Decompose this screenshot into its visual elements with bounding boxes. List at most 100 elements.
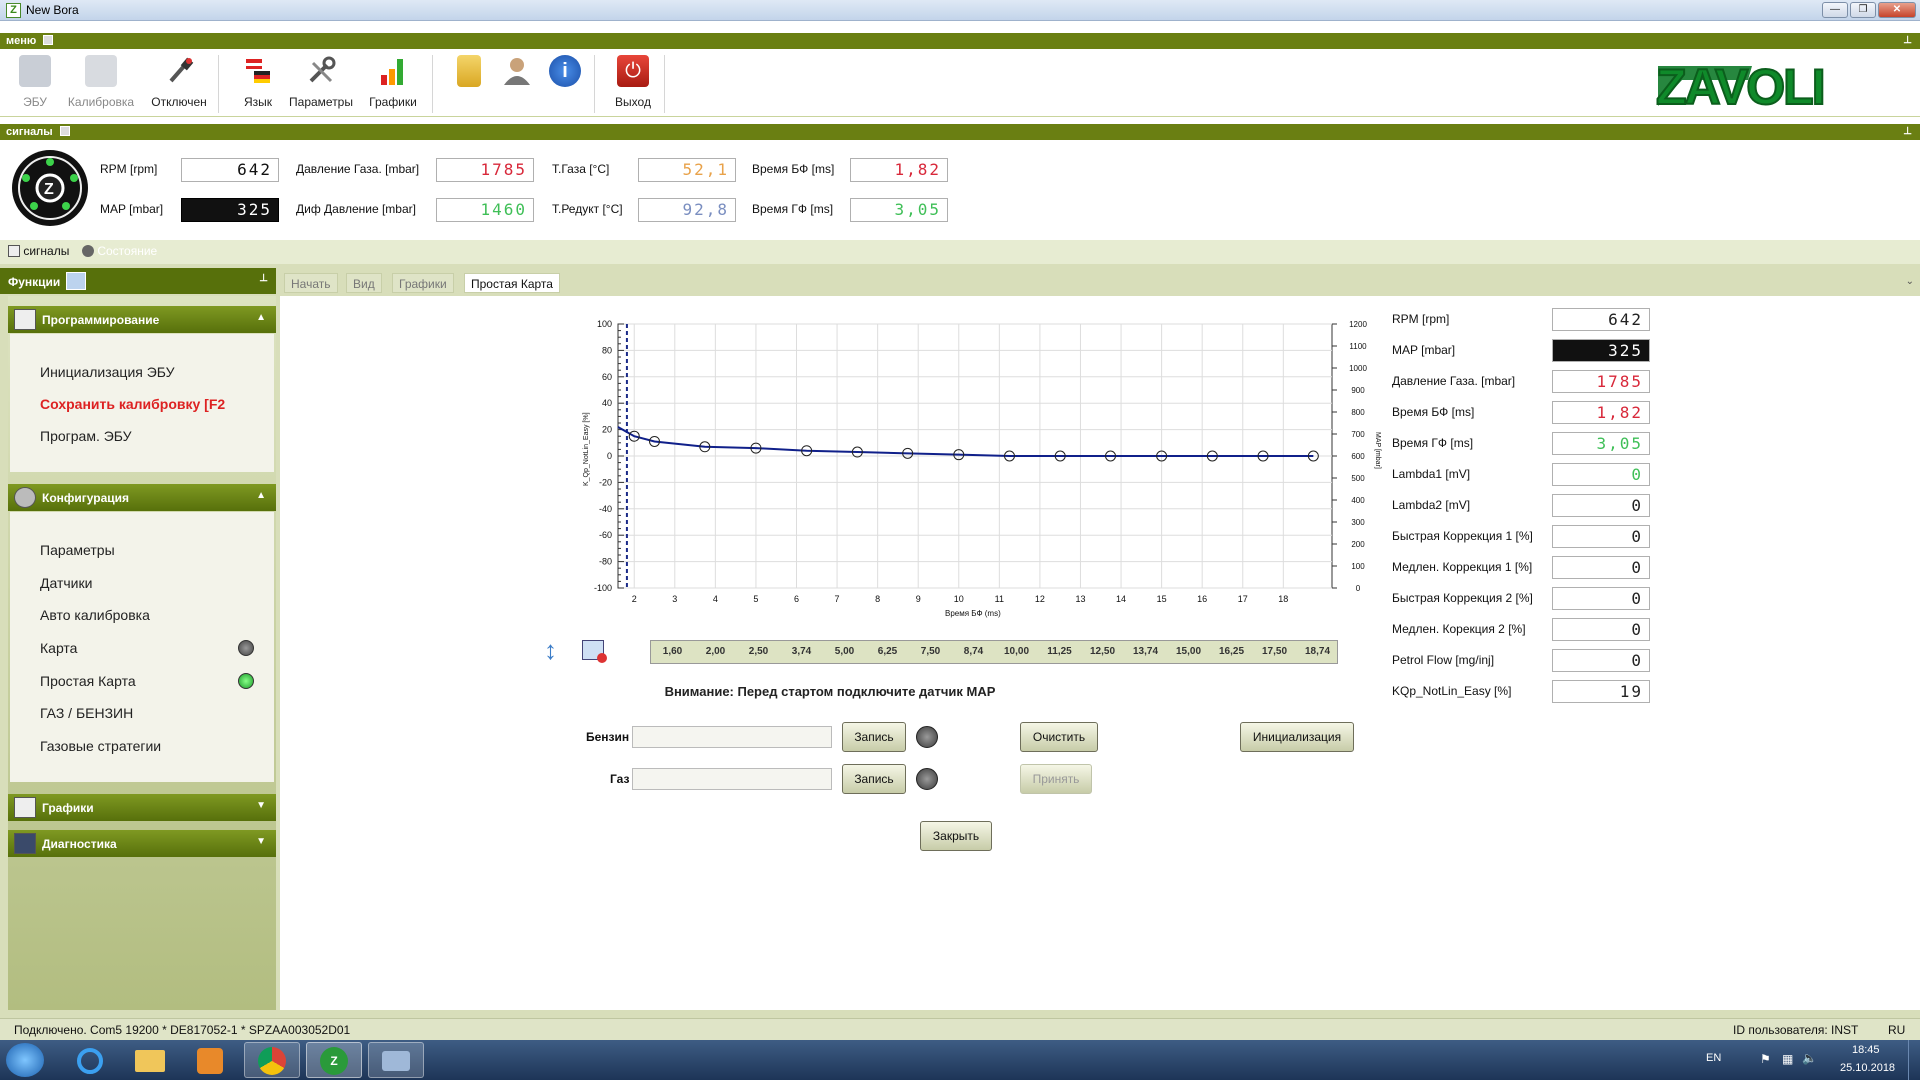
map-point-cell[interactable]: 2,00 [694, 641, 737, 663]
close-window-button[interactable]: ✕ [1878, 2, 1916, 18]
calibration-icon [85, 55, 117, 87]
x-tick-label: 7 [835, 594, 840, 604]
map-point-cell[interactable]: 17,50 [1253, 641, 1296, 663]
maximize-button[interactable]: ❐ [1850, 2, 1876, 18]
tab-signals-label: сигналы [23, 244, 70, 258]
signals-header-label: сигналы [6, 126, 53, 138]
map-point-cell[interactable]: 18,74 [1296, 641, 1339, 663]
map-point-cell[interactable]: 7,50 [909, 641, 952, 663]
map-point-cell[interactable]: 6,25 [866, 641, 909, 663]
tab-state[interactable]: Состояние [82, 244, 157, 258]
map-point-cell[interactable]: 1,60 [651, 641, 694, 663]
map-point-cell[interactable]: 2,50 [737, 641, 780, 663]
menu-item-save-calibration[interactable]: Сохранить калибровку [F2 [40, 396, 225, 412]
info-button[interactable]: i [530, 55, 600, 113]
network-app-icon[interactable] [368, 1042, 424, 1078]
volume-icon[interactable]: 🔈 [1802, 1051, 1817, 1065]
menu-item-simple-map[interactable]: Простая Карта [40, 673, 136, 689]
flag-icon[interactable]: ⚑ [1760, 1052, 1771, 1066]
close-button[interactable]: Закрыть [920, 821, 992, 851]
value-label: Давление Газа. [mbar] [1392, 374, 1516, 388]
menu-item-program-ecu[interactable]: Програм. ЭБУ [40, 428, 132, 444]
petrol-write-button[interactable]: Запись [842, 722, 906, 752]
pin-icon[interactable]: ⊥ [259, 273, 268, 284]
config-header[interactable]: Конфигурация ▲ [8, 484, 276, 511]
map-point-cell[interactable]: 15,00 [1167, 641, 1210, 663]
explorer-icon[interactable] [122, 1042, 178, 1078]
language-button[interactable]: Язык [223, 55, 293, 113]
value-display: 325 [1552, 339, 1650, 362]
value-display: 0 [1552, 618, 1650, 641]
input-language[interactable]: EN [1706, 1052, 1721, 1064]
map-point-cell[interactable]: 5,00 [823, 641, 866, 663]
graphs-button[interactable]: Графики [358, 55, 428, 113]
y2-tick-label: 400 [1351, 496, 1365, 505]
menu-item-map[interactable]: Карта [40, 640, 77, 656]
map-point-cell[interactable]: 12,50 [1081, 641, 1124, 663]
tabs-overflow-icon[interactable]: ⌄ [1906, 276, 1914, 287]
map-point-cell[interactable]: 3,74 [780, 641, 823, 663]
menu-item-sensors[interactable]: Датчики [40, 575, 92, 591]
right-values-panel: RPM [rpm] 642 MAP [mbar] 325 Давление Газа. … [1392, 308, 1692, 718]
resize-vertical-icon[interactable]: ↕ [544, 634, 560, 666]
menu-header: меню ⊥ [0, 33, 1920, 49]
x-tick-label: 5 [753, 594, 758, 604]
tab-graphs[interactable]: Графики [392, 273, 454, 293]
start-button[interactable] [6, 1043, 44, 1077]
clock-date: 25.10.2018 [1840, 1062, 1896, 1074]
diagnostics-header[interactable]: Диагностика ▼ [8, 830, 276, 857]
y-tick-label: 0 [607, 451, 612, 461]
y2-tick-label: 900 [1351, 386, 1365, 395]
chrome-icon[interactable] [244, 1042, 300, 1078]
power-icon: ⏻ [617, 55, 649, 87]
menu-item-auto-calibration[interactable]: Авто калибровка [40, 607, 150, 623]
tab-simple-map[interactable]: Простая Карта [464, 273, 560, 293]
tab-view[interactable]: Вид [346, 273, 382, 293]
value-label: Petrol Flow [mg/inj] [1392, 653, 1495, 667]
show-desktop-button[interactable] [1908, 1040, 1920, 1080]
map-point-cell[interactable]: 11,25 [1038, 641, 1081, 663]
menu-item-gas-strategies[interactable]: Газовые стратегии [40, 738, 161, 754]
gas-write-button[interactable]: Запись [842, 764, 906, 794]
menu-item-gas-petrol[interactable]: ГАЗ / БЕНЗИН [40, 705, 133, 721]
map-point-cell[interactable]: 13,74 [1124, 641, 1167, 663]
accept-button[interactable]: Принять [1020, 764, 1092, 794]
calibration-button[interactable]: Калибровка [66, 55, 136, 113]
pin-icon[interactable]: ⊥ [1903, 124, 1912, 140]
petrol-input[interactable] [632, 726, 832, 748]
programming-header[interactable]: Программирование ▲ [8, 306, 276, 333]
plug-icon [163, 55, 195, 87]
diff-pressure-value: 1460 [436, 198, 534, 222]
disconnected-button[interactable]: Отключен [144, 55, 214, 113]
map-point-cell[interactable]: 10,00 [995, 641, 1038, 663]
tab-start[interactable]: Начать [284, 273, 338, 293]
y2-tick-label: 500 [1351, 474, 1365, 483]
network-icon[interactable]: ▦ [1782, 1052, 1793, 1066]
graphs-header[interactable]: Графики ▼ [8, 794, 276, 821]
connection-status: Подключено. Com5 19200 * DE817052-1 * SP… [14, 1023, 351, 1037]
petrol-status-lamp [916, 726, 938, 748]
media-player-icon[interactable] [182, 1042, 238, 1078]
ie-icon[interactable] [62, 1042, 118, 1078]
initialize-button[interactable]: Инициализация [1240, 722, 1354, 752]
clear-button[interactable]: Очистить [1020, 722, 1098, 752]
pin-icon[interactable]: ⊥ [1903, 33, 1912, 49]
menu-item-init-ecu[interactable]: Инициализация ЭБУ [40, 364, 175, 380]
map-point-cell[interactable]: 8,74 [952, 641, 995, 663]
minimize-button[interactable]: — [1822, 2, 1848, 18]
tab-signals[interactable]: сигналы [8, 244, 69, 258]
y2-tick-label: 0 [1356, 584, 1361, 593]
parameters-button[interactable]: Параметры [286, 55, 356, 113]
ribbon-separator [218, 55, 219, 113]
zavoli-app-icon[interactable]: Z [306, 1042, 362, 1078]
value-display: 3,05 [1552, 432, 1650, 455]
ecu-button[interactable]: ЭБУ [0, 55, 70, 113]
menu-item-parameters[interactable]: Параметры [40, 542, 115, 558]
grid-delete-icon[interactable] [582, 640, 607, 663]
gear-icon [14, 487, 36, 508]
map-point-cell[interactable]: 16,25 [1210, 641, 1253, 663]
functions-label: Функции [8, 275, 61, 289]
exit-button[interactable]: ⏻ Выход [598, 55, 668, 113]
gas-input[interactable] [632, 768, 832, 790]
menu-icon [43, 35, 54, 45]
